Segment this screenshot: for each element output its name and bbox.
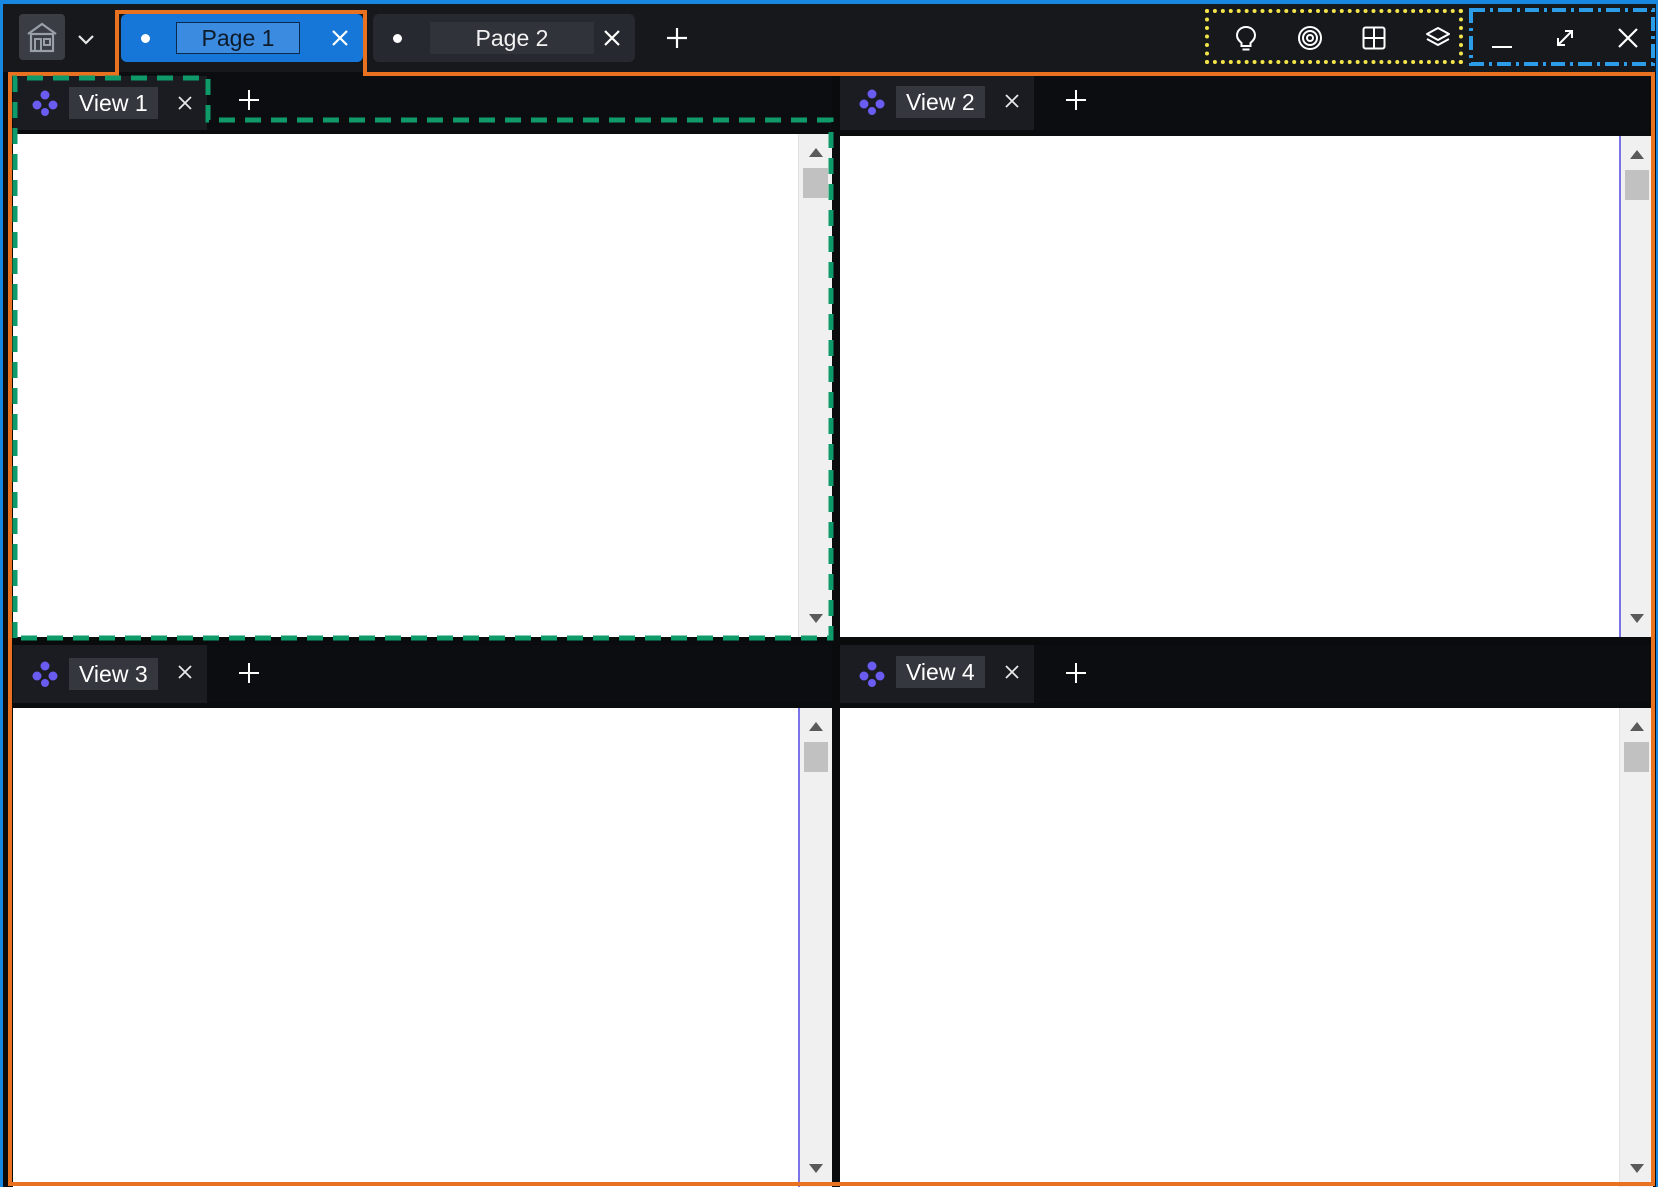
view-tab-label: View 4 bbox=[896, 656, 985, 688]
home-icon bbox=[27, 22, 57, 53]
page-tab-label[interactable]: Page 1 bbox=[176, 22, 300, 54]
scroll-thumb[interactable] bbox=[1625, 170, 1649, 200]
lightbulb-icon[interactable] bbox=[1232, 24, 1260, 52]
app-window: Page 1 Page 2 View 1 View 2 View 3 View … bbox=[0, 0, 1658, 1187]
title-bar: Page 1 Page 2 bbox=[3, 4, 1656, 72]
plus-icon[interactable] bbox=[665, 26, 689, 50]
scroll-up-arrow-icon[interactable] bbox=[1630, 150, 1644, 159]
tab-dot bbox=[393, 33, 402, 43]
scroll-thumb[interactable] bbox=[804, 742, 828, 772]
flow-node-icon bbox=[32, 90, 58, 116]
flow-node-icon bbox=[32, 661, 58, 687]
scroll-up-arrow-icon[interactable] bbox=[1629, 722, 1644, 731]
vertical-scrollbar[interactable] bbox=[798, 134, 832, 637]
scroll-down-arrow-icon[interactable] bbox=[808, 614, 823, 623]
view-header: View 3 bbox=[13, 645, 832, 703]
view-header: View 2 bbox=[840, 72, 1653, 130]
vertical-scrollbar[interactable] bbox=[1619, 136, 1653, 637]
close-icon[interactable] bbox=[1004, 664, 1020, 680]
home-button[interactable] bbox=[19, 14, 65, 60]
view-tab-4[interactable]: View 4 bbox=[840, 645, 1034, 703]
close-icon[interactable] bbox=[1004, 93, 1020, 109]
view-header: View 4 bbox=[840, 645, 1653, 703]
plus-icon[interactable] bbox=[237, 88, 261, 112]
view-panel-3: View 3 bbox=[13, 645, 832, 1187]
view-tab-1[interactable]: View 1 bbox=[13, 76, 207, 130]
close-icon[interactable] bbox=[177, 95, 193, 111]
close-icon[interactable] bbox=[603, 29, 621, 47]
scroll-down-arrow-icon[interactable] bbox=[809, 1164, 823, 1173]
close-icon[interactable] bbox=[331, 29, 349, 47]
view-tab-label: View 3 bbox=[69, 658, 158, 690]
close-icon[interactable] bbox=[177, 664, 193, 680]
close-icon[interactable] bbox=[1616, 26, 1640, 50]
target-icon[interactable] bbox=[1296, 24, 1324, 52]
view-canvas[interactable] bbox=[840, 136, 1653, 637]
scroll-down-arrow-icon[interactable] bbox=[1629, 1164, 1644, 1173]
vertical-scrollbar[interactable] bbox=[798, 708, 832, 1187]
scroll-thumb[interactable] bbox=[1624, 742, 1649, 772]
view-header: View 1 bbox=[13, 72, 832, 130]
maximize-icon[interactable] bbox=[1553, 26, 1577, 50]
page-tab-label: Page 2 bbox=[430, 22, 594, 54]
flow-node-icon bbox=[859, 89, 885, 115]
view-panel-2: View 2 bbox=[840, 72, 1653, 637]
view-tab-3[interactable]: View 3 bbox=[13, 645, 207, 703]
grid-icon[interactable] bbox=[1360, 24, 1388, 52]
view-tab-label: View 2 bbox=[896, 86, 985, 118]
scroll-down-arrow-icon[interactable] bbox=[1630, 614, 1644, 623]
view-canvas[interactable] bbox=[840, 708, 1653, 1187]
view-panel-1: View 1 bbox=[13, 72, 832, 637]
view-tab-2[interactable]: View 2 bbox=[840, 74, 1034, 130]
layers-icon[interactable] bbox=[1424, 24, 1452, 52]
active-dot bbox=[141, 33, 150, 43]
view-canvas[interactable] bbox=[13, 134, 832, 637]
plus-icon[interactable] bbox=[1064, 661, 1088, 685]
view-panel-4: View 4 bbox=[840, 645, 1653, 1187]
chevron-down-icon[interactable] bbox=[75, 28, 97, 50]
plus-icon[interactable] bbox=[237, 661, 261, 685]
scroll-up-arrow-icon[interactable] bbox=[809, 722, 823, 731]
vertical-scrollbar[interactable] bbox=[1619, 708, 1653, 1187]
scroll-thumb[interactable] bbox=[803, 168, 828, 198]
flow-node-icon bbox=[859, 661, 885, 687]
minimize-icon[interactable] bbox=[1490, 26, 1514, 50]
view-tab-label: View 1 bbox=[69, 87, 158, 119]
view-canvas[interactable] bbox=[13, 708, 832, 1187]
plus-icon[interactable] bbox=[1064, 88, 1088, 112]
page-tab-1[interactable]: Page 1 bbox=[121, 14, 363, 62]
scroll-up-arrow-icon[interactable] bbox=[808, 148, 823, 157]
page-tab-2[interactable]: Page 2 bbox=[373, 14, 635, 62]
